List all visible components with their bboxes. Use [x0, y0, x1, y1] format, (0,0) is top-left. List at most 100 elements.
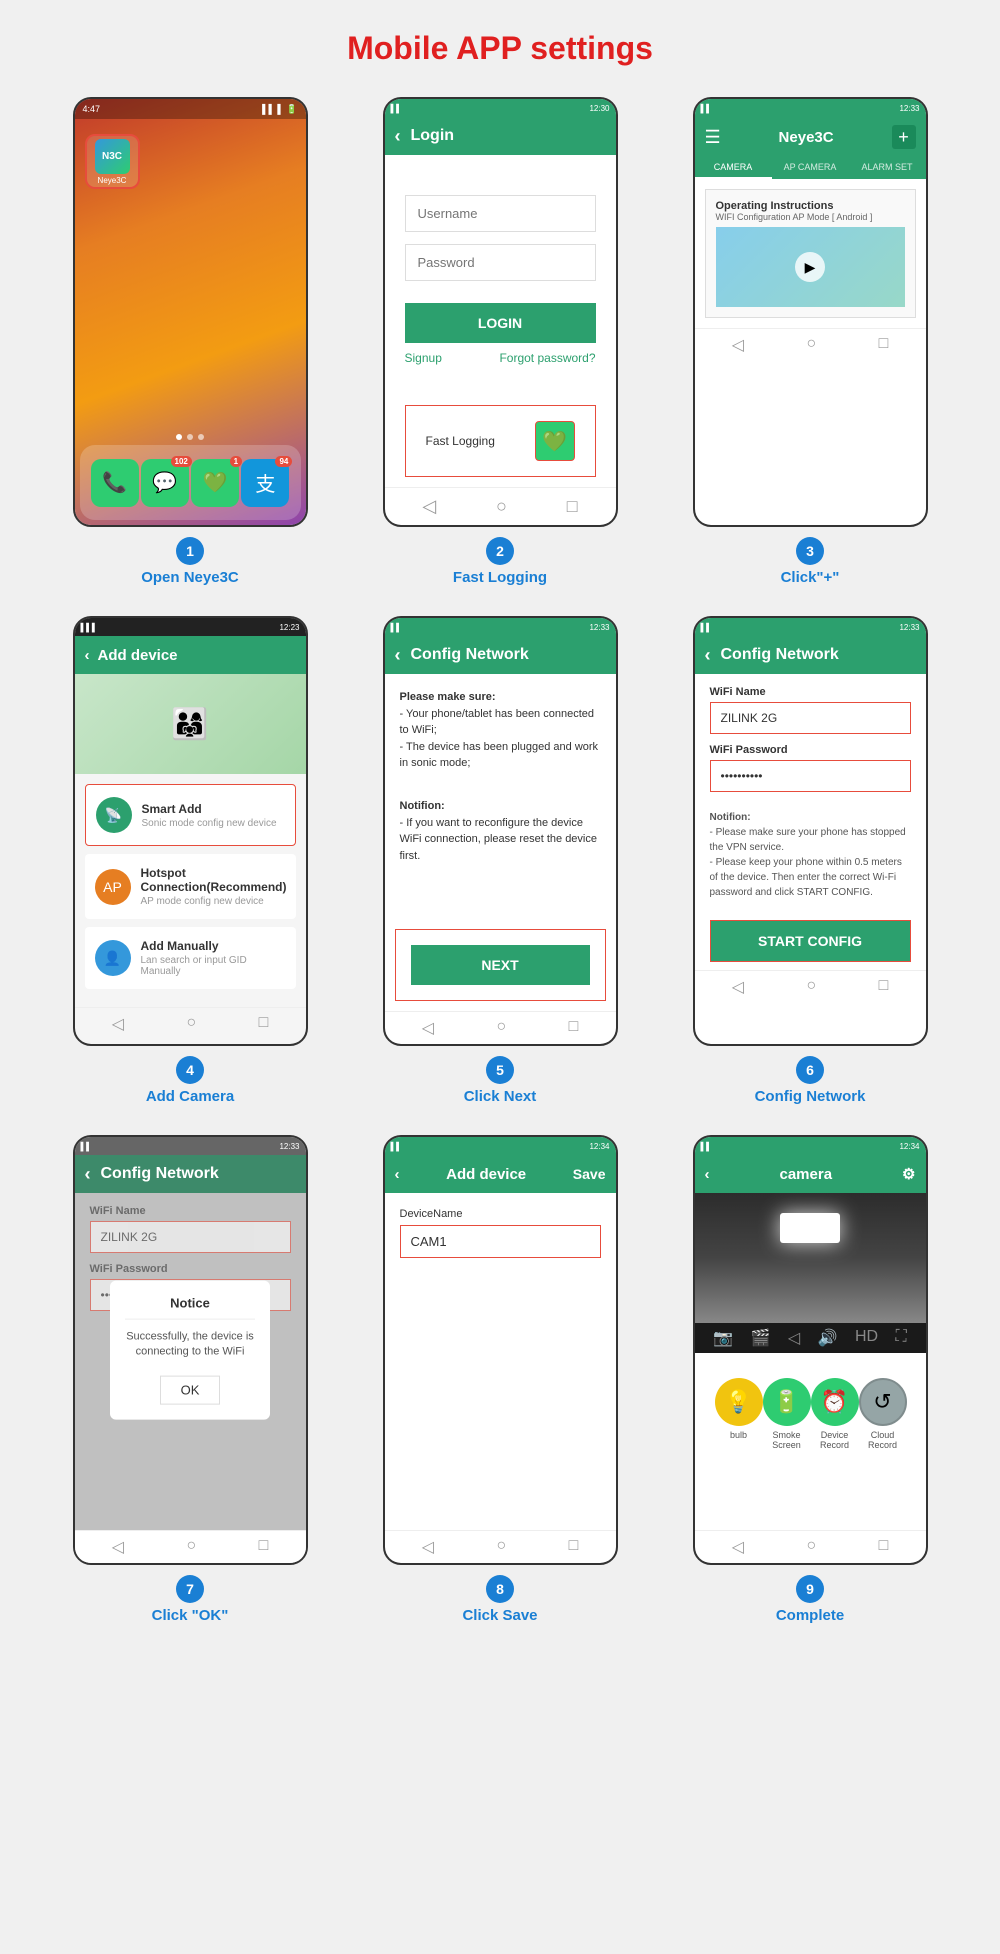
smart-add-option[interactable]: 📡 Smart Add Sonic mode config new device [85, 784, 296, 846]
settings-icon[interactable]: ⚙ [902, 1165, 915, 1183]
cam-ctrl-hd[interactable]: HD [855, 1328, 878, 1348]
tab-camera[interactable]: CAMERA [695, 157, 772, 179]
wifi-password-input[interactable] [710, 760, 911, 792]
step-1-circle: 1 [176, 537, 204, 565]
username-input[interactable] [405, 195, 596, 232]
nav-square-7[interactable]: □ [259, 1537, 269, 1557]
nav-square-4[interactable]: □ [259, 1014, 269, 1034]
cam-ctrl-1[interactable]: 📷 [713, 1328, 733, 1348]
cam-ctrl-back[interactable]: ◁ [788, 1328, 800, 1348]
menu-icon[interactable]: ☰ [705, 127, 721, 148]
back-icon-5[interactable]: ‹ [395, 645, 401, 666]
nav-home-4[interactable]: ○ [186, 1014, 196, 1034]
dialog-ok-button[interactable]: OK [160, 1375, 221, 1404]
status-bar-5: ▌▌ 12:33 [385, 618, 616, 636]
nav-home-8[interactable]: ○ [496, 1537, 506, 1557]
bottom-nav-5: ◁ ○ □ [385, 1011, 616, 1044]
step-9-circle: 9 [796, 1575, 824, 1603]
hotspot-option[interactable]: AP Hotspot Connection(Recommend) AP mode… [85, 854, 296, 919]
back-icon-4[interactable]: ‹ [85, 647, 90, 664]
config-content-5: Please make sure: - Your phone/tablet ha… [385, 674, 616, 919]
tab-alarm[interactable]: ALARM SET [849, 157, 926, 179]
nav-back-8[interactable]: ◁ [422, 1537, 434, 1557]
add-device-header: ‹ Add device [75, 636, 306, 674]
smoke-screen-icon[interactable]: 🔋 [763, 1378, 811, 1426]
back-arrow-icon[interactable]: ‹ [395, 126, 401, 147]
bulb-icon[interactable]: 💡 [715, 1378, 763, 1426]
nav-back-7[interactable]: ◁ [112, 1537, 124, 1557]
bottom-nav-3: ◁ ○ □ [695, 328, 926, 361]
step-6-text: Config Network [755, 1088, 866, 1105]
login-links: Signup Forgot password? [405, 351, 596, 365]
device-record-icon[interactable]: ⏰ [811, 1378, 859, 1426]
cloud-record-icon[interactable]: ↺ [859, 1378, 907, 1426]
bottom-nav-8: ◁ ○ □ [385, 1530, 616, 1563]
phone-frame-9: ▌▌ 12:34 ‹ camera ⚙ 📷 🎬 [693, 1135, 928, 1565]
signup-link[interactable]: Signup [405, 351, 442, 365]
nav-square-8[interactable]: □ [569, 1537, 579, 1557]
cam-ctrl-3[interactable]: 🔊 [818, 1328, 838, 1348]
nav-back[interactable]: ◁ [422, 496, 436, 517]
alipay-icon[interactable]: 支 94 [241, 459, 289, 507]
nav-square-6[interactable]: □ [879, 977, 889, 997]
hotspot-icon: AP [95, 869, 131, 905]
save-button[interactable]: Save [573, 1166, 606, 1182]
back-icon-9[interactable]: ‹ [705, 1166, 710, 1183]
nav-square[interactable]: □ [567, 496, 578, 517]
config-header-6: ‹ Config Network [695, 636, 926, 674]
step-9-text: Complete [776, 1607, 844, 1624]
cam-ctrl-full[interactable]: ⛶ [896, 1328, 907, 1348]
screen-home: 4:47 ▌▌ ▌ 🔋 N3C Neye3C [75, 99, 306, 525]
back-icon-6[interactable]: ‹ [705, 645, 711, 666]
nav-back-6[interactable]: ◁ [732, 977, 744, 997]
manual-option[interactable]: 👤 Add Manually Lan search or input GID M… [85, 927, 296, 989]
login-button[interactable]: LOGIN [405, 303, 596, 343]
bottom-nav-9: ◁ ○ □ [695, 1530, 926, 1563]
cam-ctrl-2[interactable]: 🎬 [751, 1328, 771, 1348]
neye3c-title: Neye3C [779, 129, 834, 146]
camera-header: ‹ camera ⚙ [695, 1155, 926, 1193]
nav-home-6[interactable]: ○ [806, 977, 816, 997]
step-4-circle: 4 [176, 1056, 204, 1084]
app-dock: 📞 💬 102 💚 1 支 94 [80, 445, 301, 520]
wechat-login-icon[interactable]: 💚 [535, 421, 575, 461]
messages-badge: 102 [171, 456, 192, 467]
status-bar-2: ▌▌ 12:30 [385, 99, 616, 117]
tab-ap-camera[interactable]: AP CAMERA [772, 157, 849, 179]
screen-neye3c: ▌▌ 12:33 ☰ Neye3C + CAMERA AP CAMERA ALA… [695, 99, 926, 525]
step-8-label: 8 Click Save [462, 1575, 537, 1624]
back-icon-8[interactable]: ‹ [395, 1166, 400, 1183]
nav-home-9[interactable]: ○ [806, 1537, 816, 1557]
back-icon-7[interactable]: ‹ [85, 1164, 91, 1185]
wifi-name-input[interactable] [710, 702, 911, 734]
play-icon[interactable]: ▶ [795, 252, 825, 282]
nav-square-3[interactable]: □ [879, 335, 889, 355]
next-button[interactable]: NEXT [411, 945, 590, 985]
device-name-input[interactable] [400, 1225, 601, 1258]
step-3-col: ▌▌ 12:33 ☰ Neye3C + CAMERA AP CAMERA ALA… [665, 97, 955, 586]
step-4-label: 4 Add Camera [146, 1056, 234, 1105]
nav-back-9[interactable]: ◁ [732, 1537, 744, 1557]
step-3-label: 3 Click"+" [781, 537, 840, 586]
nav-square-5[interactable]: □ [569, 1018, 579, 1038]
fast-logging-section[interactable]: Fast Logging 💚 [405, 405, 596, 477]
screen-login: ▌▌ 12:30 ‹ Login LOGIN Signup Forgot pas… [385, 99, 616, 525]
nav-back-5[interactable]: ◁ [422, 1018, 434, 1038]
neye3c-app-icon[interactable]: N3C Neye3C [85, 134, 140, 189]
start-config-button-6[interactable]: START CONFIG [711, 921, 910, 961]
password-input[interactable] [405, 244, 596, 281]
nav-back-4[interactable]: ◁ [112, 1014, 124, 1034]
nav-back-3[interactable]: ◁ [732, 335, 744, 355]
forgot-link[interactable]: Forgot password? [499, 351, 595, 365]
device-record-item: ⏰ Device Record [811, 1378, 859, 1450]
nav-home[interactable]: ○ [496, 496, 507, 517]
plus-button[interactable]: + [892, 125, 916, 149]
phone-icon[interactable]: 📞 [91, 459, 139, 507]
nav-home-3[interactable]: ○ [806, 335, 816, 355]
nav-home-5[interactable]: ○ [496, 1018, 506, 1038]
nav-home-7[interactable]: ○ [186, 1537, 196, 1557]
wechat-icon[interactable]: 💚 1 [191, 459, 239, 507]
nav-square-9[interactable]: □ [879, 1537, 889, 1557]
add-options: 📡 Smart Add Sonic mode config new device… [75, 774, 306, 1007]
messages-icon[interactable]: 💬 102 [141, 459, 189, 507]
